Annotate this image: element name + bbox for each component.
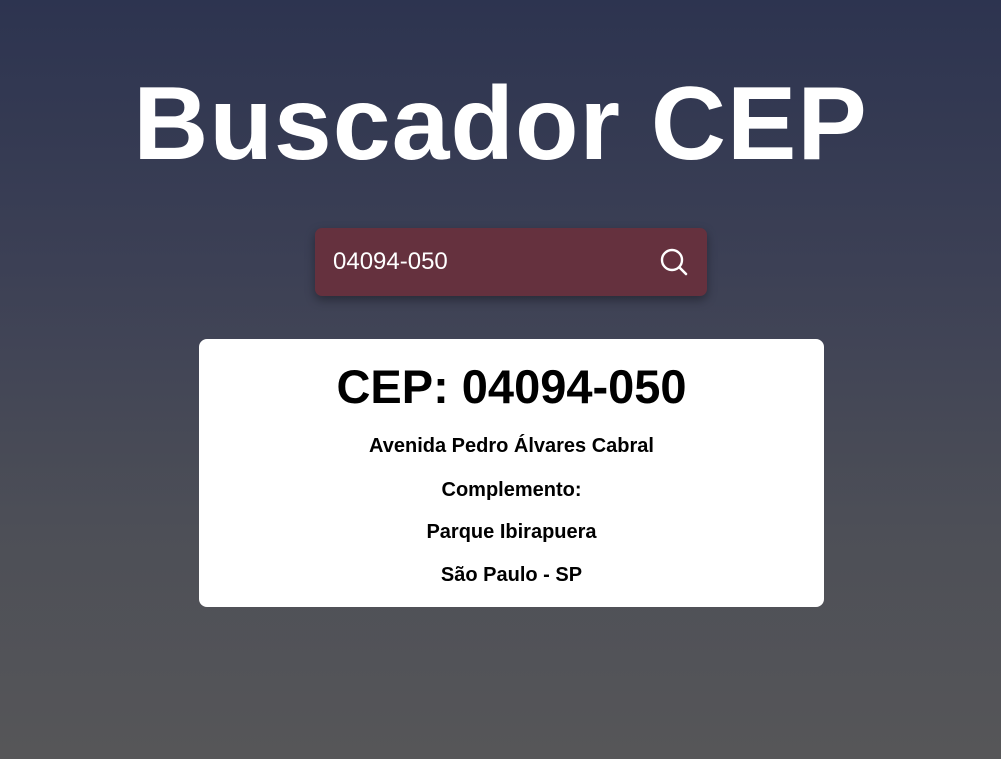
search-button[interactable] <box>659 247 689 277</box>
search-icon <box>660 248 688 276</box>
result-street: Avenida Pedro Álvares Cabral <box>369 435 654 457</box>
cep-search-input[interactable] <box>333 242 643 282</box>
result-city-state: São Paulo - SP <box>440 564 583 586</box>
result-cep-heading: CEP: 04094-050 <box>336 360 687 413</box>
page: Buscador CEP CEP: 04094-050 Avenida Pedr… <box>0 0 1001 759</box>
result-card: CEP: 04094-050 Avenida Pedro Álvares Cab… <box>199 339 824 607</box>
page-title: Buscador CEP <box>133 66 868 182</box>
result-complement: Complemento: <box>441 479 582 501</box>
result-district: Parque Ibirapuera <box>426 521 597 543</box>
search-box <box>315 228 707 296</box>
